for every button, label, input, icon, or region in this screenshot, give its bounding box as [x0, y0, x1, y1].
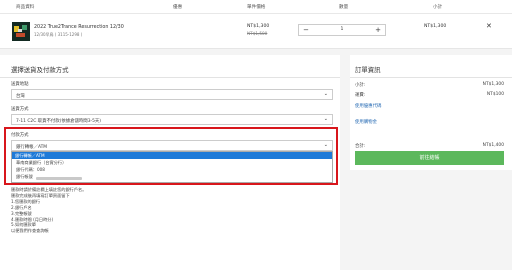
summary-shipping-label: 運費:	[355, 93, 366, 98]
close-icon[interactable]: ✕	[486, 22, 492, 30]
header-unit-price: 單件價格	[247, 5, 266, 10]
instruction-line: 以便我們作查查詢帳	[11, 228, 49, 234]
summary-total-label: 合計:	[355, 144, 366, 149]
highlight-box	[4, 127, 338, 185]
summary-total-value: NT$1,400	[482, 143, 504, 148]
delivery-title: 選擇送貨及付款方式	[11, 66, 69, 74]
divider	[350, 77, 512, 78]
method-value: 7-11 C2C 取貨不付款(依據倉儲時間3-5天)	[16, 118, 101, 124]
checkout-button[interactable]: 前往結帳	[355, 151, 504, 165]
delivery-method-select[interactable]: 7-11 C2C 取貨不付款(依據倉儲時間3-5天) ⌄	[11, 114, 333, 125]
transfer-instructions: 匯款時請於備註欄上填註您的銀行戶名。 匯款完成後再填寫訂單頁面留下 1.您匯款的…	[11, 187, 86, 234]
summary-subtotal-value: NT$1,300	[482, 82, 504, 87]
region-select[interactable]: 台灣 ⌄	[11, 89, 333, 100]
header-quantity: 數量	[339, 5, 349, 10]
chevron-down-icon: ⌄	[323, 116, 328, 122]
product-variant: 12/30早鳥 ( 3115-1298 )	[34, 32, 83, 37]
summary-title: 訂單資訊	[355, 66, 381, 74]
cart-table: 商品資料 優惠 單件價格 數量 小計 2022 True2Trance Resu…	[0, 0, 512, 49]
quantity-input[interactable]: 1	[313, 25, 371, 35]
header-discount: 優惠	[173, 5, 183, 10]
coupon-link[interactable]: 使用優惠代碼	[355, 103, 381, 109]
cart-item-row: 2022 True2Trance Resurrection 12/30 12/3…	[0, 15, 512, 49]
region-value: 台灣	[16, 93, 25, 99]
item-subtotal: NT$1,300	[424, 24, 447, 29]
points-link[interactable]: 使用購物金	[355, 119, 377, 125]
summary-shipping-value: NT$100	[486, 92, 504, 97]
region-label: 送貨地點	[11, 82, 29, 87]
divider	[0, 77, 340, 78]
plus-icon[interactable]: +	[372, 25, 384, 35]
quantity-stepper: − 1 +	[298, 24, 386, 36]
cart-header: 商品資料 優惠 單件價格 數量 小計	[0, 0, 512, 14]
product-name[interactable]: 2022 True2Trance Resurrection 12/30	[34, 25, 124, 30]
original-price: NT$1,500	[247, 31, 268, 36]
header-subtotal: 小計	[433, 5, 443, 10]
minus-icon[interactable]: −	[300, 25, 312, 35]
chevron-down-icon: ⌄	[323, 91, 328, 97]
header-product: 商品資料	[16, 5, 35, 10]
summary-subtotal-label: 小計:	[355, 83, 366, 88]
method-label: 送貨方式	[11, 107, 29, 112]
unit-price: NT$1,300	[247, 24, 270, 29]
product-thumbnail[interactable]	[12, 22, 30, 41]
